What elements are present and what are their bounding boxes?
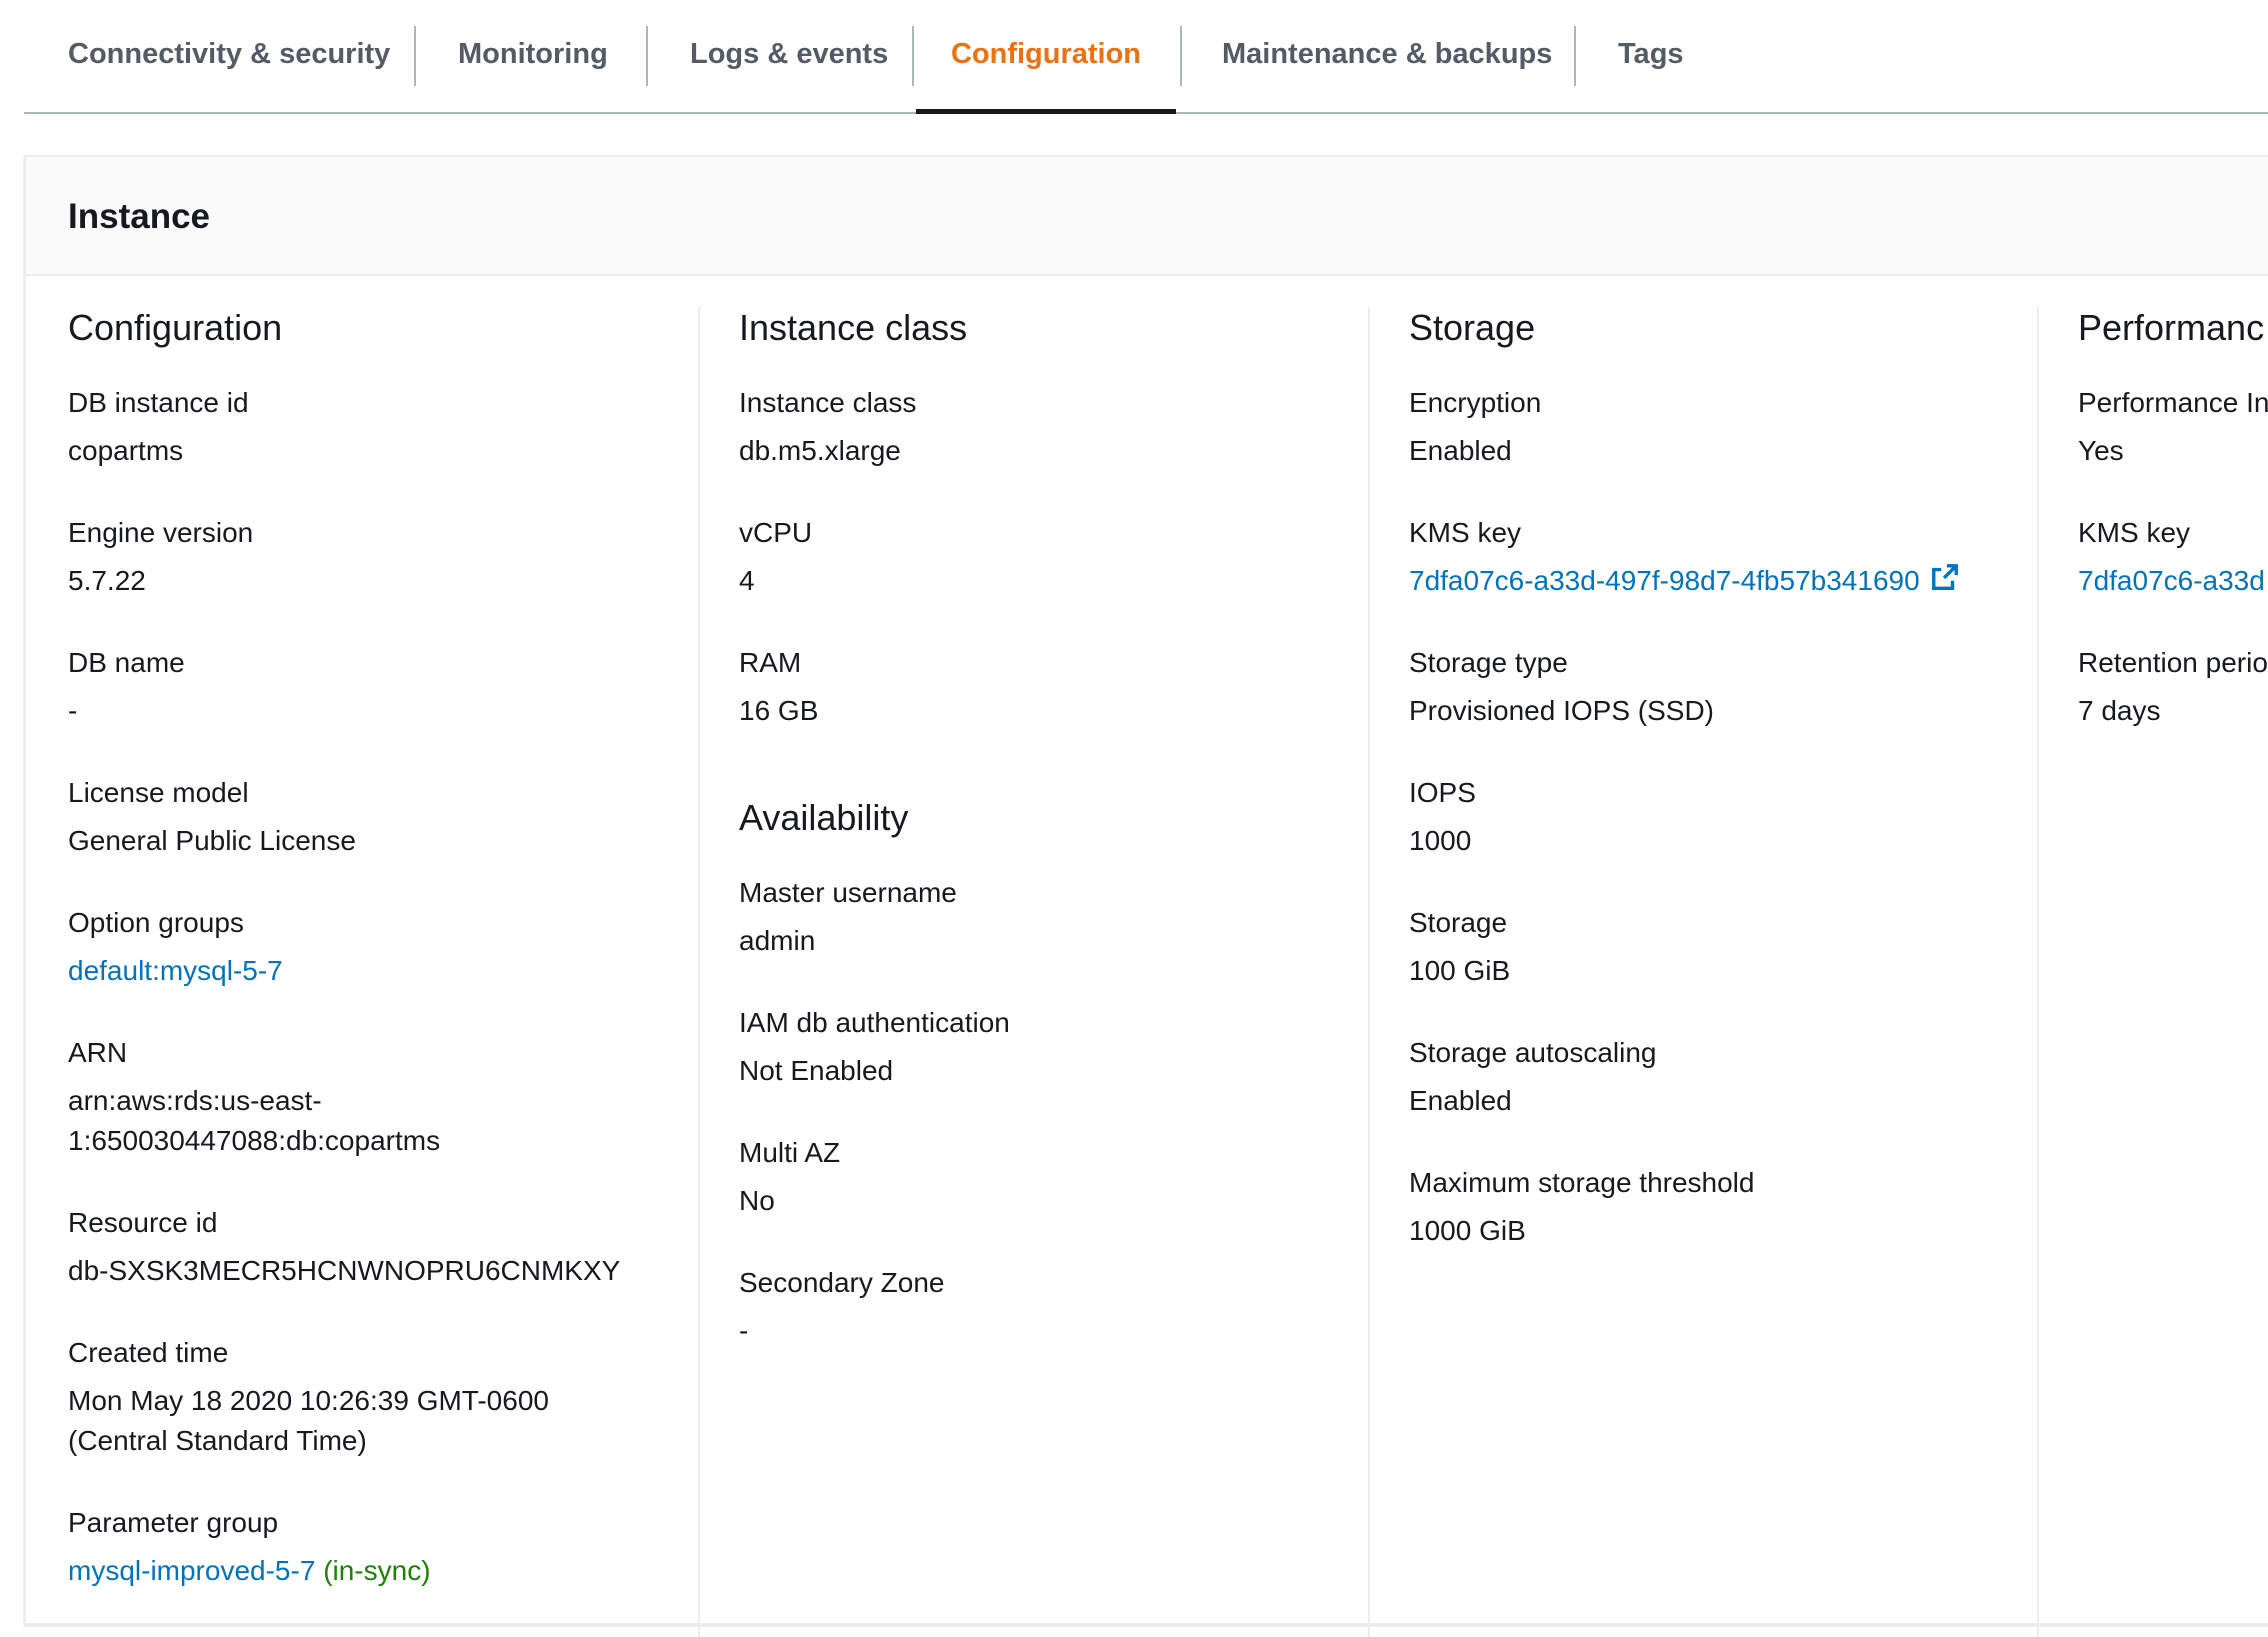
column-divider [1368,307,1370,1637]
storage-type-value: Provisioned IOPS (SSD) [1409,695,1714,726]
section-title-performance: Performanc [2078,307,2265,348]
kms-key-label: KMS key [1409,517,1522,548]
column-divider [2037,307,2039,1637]
tab-divider [646,26,648,86]
performance-kms-key-label: KMS key [2078,517,2191,548]
storage-autoscaling-value: Enabled [1409,1085,1512,1116]
instance-class-value: db.m5.xlarge [739,435,901,466]
iam-auth-value: Not Enabled [739,1055,894,1086]
kms-key-link[interactable]: 7dfa07c6-a33d-497f-98d7-4fb57b341690 [1409,565,1920,596]
tab-monitoring[interactable]: Monitoring [458,24,608,114]
option-groups-label: Option groups [68,907,244,938]
encryption-label: Encryption [1409,387,1542,418]
engine-version-label: Engine version [68,517,254,548]
performance-insights-value: Yes [2078,435,2124,466]
db-name-value: - [68,695,78,726]
secondary-zone-value: - [739,1315,749,1346]
column-divider [698,307,700,1637]
ram-label: RAM [739,647,802,678]
tab-divider [912,26,914,86]
panel-header: Instance [26,157,2268,276]
encryption-value: Enabled [1409,435,1512,466]
performance-insights-label: Performance In [2078,387,2268,418]
storage-size-label: Storage [1409,907,1508,938]
retention-period-label: Retention perio [2078,647,2268,678]
parameter-group-label: Parameter group [68,1507,279,1538]
panel-title: Instance [68,197,210,236]
tab-divider [414,26,416,86]
created-time-label: Created time [68,1337,229,1368]
section-title-storage: Storage [1409,307,1536,348]
secondary-zone-label: Secondary Zone [739,1267,945,1298]
resource-id-value: db-SXSK3MECR5HCNWNOPRU6CNMKXY [68,1255,621,1286]
tab-connectivity-security[interactable]: Connectivity & security [68,24,390,114]
section-title-instance-class: Instance class [739,307,968,348]
vcpu-value: 4 [739,565,755,596]
multi-az-label: Multi AZ [739,1137,841,1168]
license-model-value: General Public License [68,825,356,856]
iops-label: IOPS [1409,777,1476,808]
engine-version-value: 5.7.22 [68,565,146,596]
license-model-label: License model [68,777,249,808]
resource-id-label: Resource id [68,1207,218,1238]
tab-logs-events[interactable]: Logs & events [690,24,888,114]
parameter-group-status: (in-sync) [323,1555,431,1586]
multi-az-value: No [739,1185,775,1216]
tab-configuration[interactable]: Configuration [916,24,1176,114]
storage-autoscaling-label: Storage autoscaling [1409,1037,1657,1068]
parameter-group-link[interactable]: mysql-improved-5-7 [68,1555,315,1586]
max-storage-threshold-label: Maximum storage threshold [1409,1167,1755,1198]
section-title-configuration: Configuration [68,307,283,348]
external-link-icon[interactable] [1930,562,1960,603]
iam-auth-label: IAM db authentication [739,1007,1010,1038]
db-instance-id-label: DB instance id [68,387,249,418]
tab-bar: Connectivity & security Monitoring Logs … [24,0,2268,114]
storage-type-label: Storage type [1409,647,1568,678]
arn-value-line1: arn:aws:rds:us-east- [68,1085,322,1116]
performance-kms-key-link[interactable]: 7dfa07c6-a33d [2078,561,2265,601]
iops-value: 1000 [1409,825,1472,856]
arn-value-line2: 1:650030447088:db:copartms [68,1125,441,1156]
vcpu-label: vCPU [739,517,813,548]
tab-divider [1574,26,1576,86]
created-time-value-line2: (Central Standard Time) [68,1425,367,1456]
tab-tags[interactable]: Tags [1618,24,1684,114]
tab-maintenance-backups[interactable]: Maintenance & backups [1222,24,1552,114]
created-time-value-line1: Mon May 18 2020 10:26:39 GMT-0600 [68,1385,549,1416]
kms-key-value: 7dfa07c6-a33d-497f-98d7-4fb57b341690 [1409,561,1960,603]
master-username-label: Master username [739,877,957,908]
instance-class-label: Instance class [739,387,917,418]
arn-label: ARN [68,1037,128,1068]
ram-value: 16 GB [739,695,819,726]
parameter-group-value: mysql-improved-5-7 (in-sync) [68,1551,431,1591]
master-username-value: admin [739,925,816,956]
option-groups-link[interactable]: default:mysql-5-7 [68,951,283,991]
retention-period-value: 7 days [2078,695,2161,726]
storage-size-value: 100 GiB [1409,955,1511,986]
db-instance-id-value: copartms [68,435,184,466]
section-title-availability: Availability [739,797,909,838]
db-name-label: DB name [68,647,185,678]
tab-divider [1180,26,1182,86]
max-storage-threshold-value: 1000 GiB [1409,1215,1526,1246]
instance-panel: Instance Configuration DB instance id co… [24,155,2268,1637]
